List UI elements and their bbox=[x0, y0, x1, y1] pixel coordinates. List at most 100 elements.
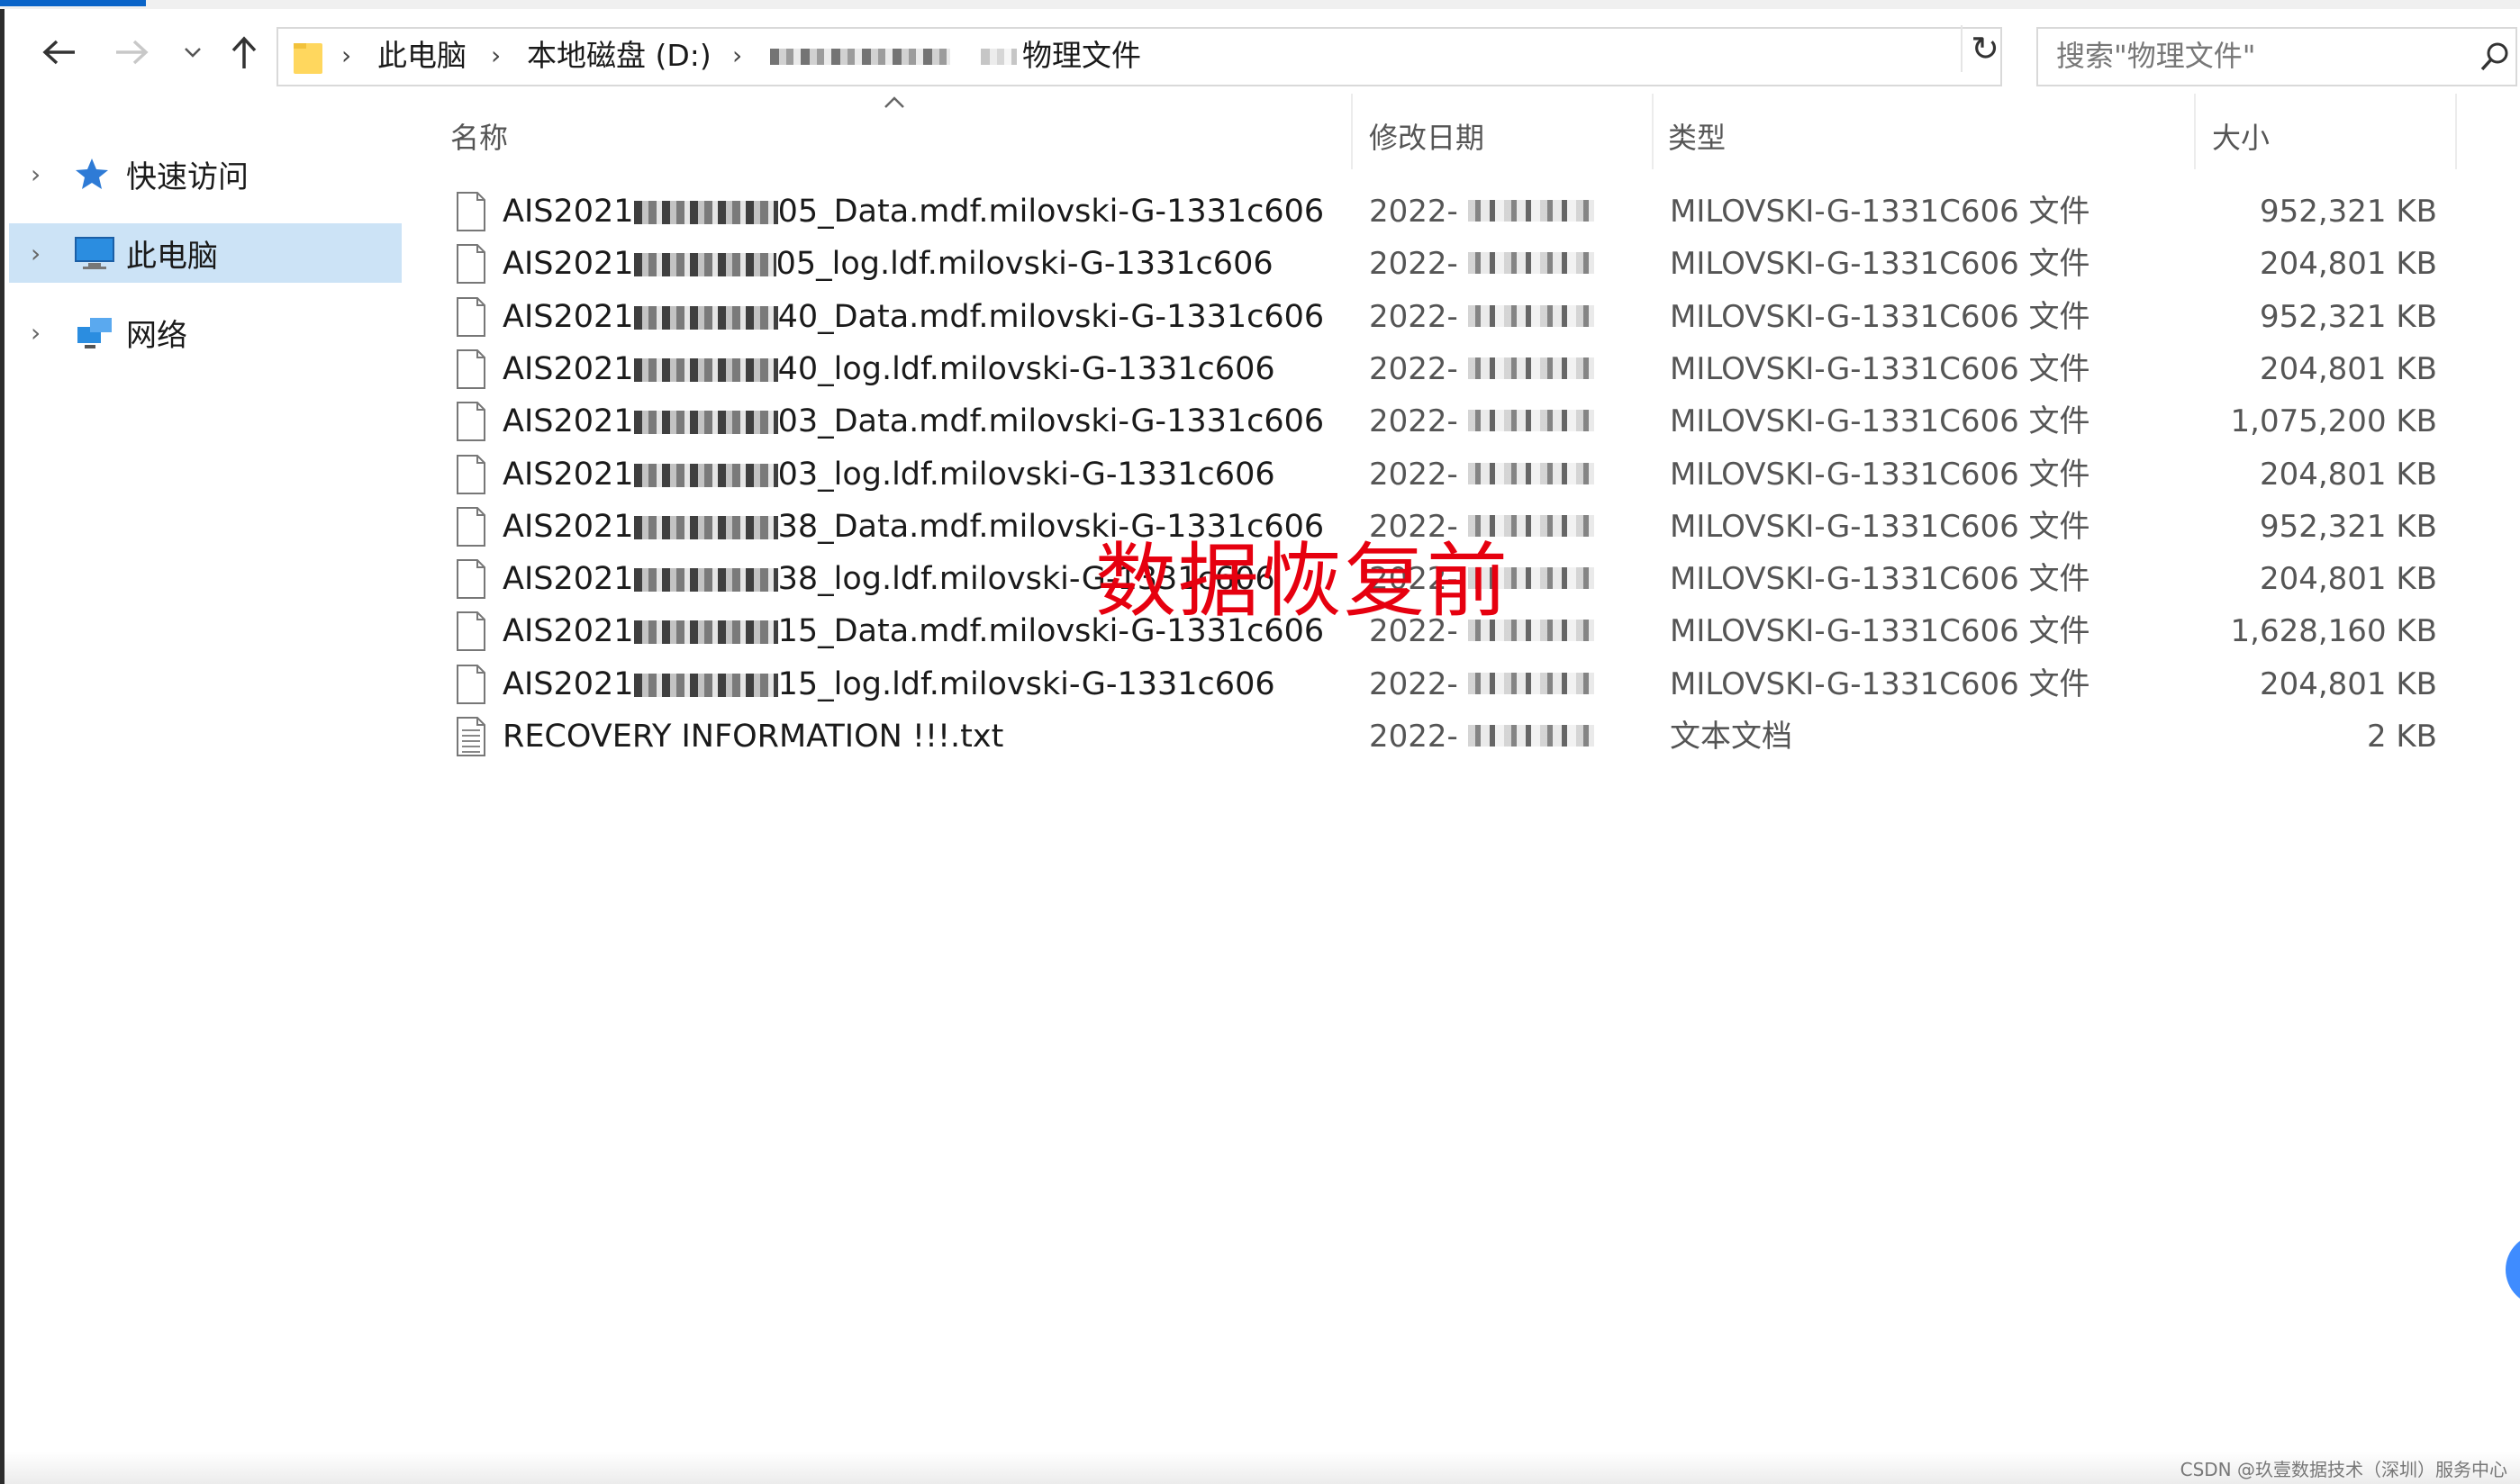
file-row[interactable]: RECOVERY INFORMATION !!!.txt 2022- 文本文档 2 K… bbox=[450, 710, 2504, 763]
nav-item-network[interactable]: › 网络 bbox=[9, 303, 402, 362]
date-redacted bbox=[1468, 200, 1594, 222]
file-row[interactable]: AIS2021 05_log.ldf.milovski-G-1331c606 202… bbox=[450, 238, 2504, 290]
file-name-redacted bbox=[633, 306, 778, 330]
date-redacted bbox=[1468, 305, 1594, 327]
file-row[interactable]: AIS2021 03_log.ldf.milovski-G-1331c606 202… bbox=[450, 448, 2504, 501]
file-type: MILOVSKI-G-1331C606 文件 bbox=[1670, 194, 2090, 230]
column-divider[interactable] bbox=[2194, 94, 2196, 169]
file-name-prefix: AIS2021 bbox=[503, 351, 634, 387]
file-name-suffix: 03_log.ldf.milovski-G-1331c606 bbox=[777, 457, 1275, 493]
breadcrumb-local-disk[interactable]: 本地磁盘 (D:) bbox=[527, 38, 712, 74]
file-row[interactable]: AIS2021 15_log.ldf.milovski-G-1331c606 202… bbox=[450, 658, 2504, 710]
file-name-prefix: AIS2021 bbox=[503, 194, 634, 230]
file-name-prefix: AIS2021 bbox=[503, 613, 634, 649]
file-name-prefix: AIS2021 bbox=[503, 509, 634, 545]
file-name-redacted bbox=[633, 358, 778, 382]
nav-item-this-pc[interactable]: › 此电脑 bbox=[9, 223, 402, 283]
file-icon bbox=[457, 611, 485, 651]
file-name-prefix: AIS2021 bbox=[503, 457, 634, 493]
file-icon bbox=[457, 349, 485, 389]
column-divider[interactable] bbox=[2455, 94, 2457, 169]
back-button[interactable] bbox=[37, 32, 80, 72]
computer-icon bbox=[74, 235, 117, 271]
status-bar bbox=[5, 1452, 2520, 1484]
file-modified-date: 2022- bbox=[1369, 194, 1458, 230]
file-name-redacted bbox=[633, 516, 778, 539]
expand-chevron-icon[interactable]: › bbox=[31, 239, 58, 268]
breadcrumb-separator[interactable]: › bbox=[491, 38, 501, 74]
chevron-down-icon bbox=[185, 48, 201, 58]
star-icon bbox=[74, 156, 117, 192]
date-redacted bbox=[1468, 673, 1594, 694]
file-modified-date: 2022- bbox=[1369, 299, 1458, 335]
column-divider[interactable] bbox=[1652, 94, 1654, 169]
column-header-date[interactable]: 修改日期 bbox=[1369, 117, 1484, 158]
file-size: 952,321 KB bbox=[2259, 299, 2437, 335]
file-name: AIS2021 05_log.ldf.milovski-G-1331c606 bbox=[503, 245, 1274, 283]
refresh-button[interactable]: ↻ bbox=[1961, 25, 2008, 72]
file-name-prefix: AIS2021 bbox=[503, 299, 634, 335]
annotation-overlay-text: 数据恢复前 bbox=[1095, 534, 1509, 629]
file-name: RECOVERY INFORMATION !!!.txt bbox=[503, 718, 1003, 756]
folder-icon bbox=[294, 43, 322, 74]
file-type: 文本文档 bbox=[1670, 719, 1792, 755]
floating-assistant-button[interactable] bbox=[2506, 1234, 2520, 1306]
breadcrumb-separator[interactable]: › bbox=[341, 38, 351, 74]
breadcrumb-this-pc[interactable]: 此电脑 bbox=[377, 38, 467, 74]
column-divider[interactable] bbox=[1351, 94, 1353, 169]
breadcrumb-current-folder[interactable]: 物理文件 bbox=[1022, 38, 1141, 74]
file-name-suffix: 05_Data.mdf.milovski-G-1331c606 bbox=[777, 194, 1325, 230]
file-type: MILOVSKI-G-1331C606 文件 bbox=[1670, 299, 2090, 335]
file-name-redacted bbox=[633, 201, 778, 224]
column-header-size[interactable]: 大小 bbox=[2212, 117, 2270, 158]
file-modified-date: 2022- bbox=[1369, 403, 1458, 439]
file-modified-date: 2022- bbox=[1369, 666, 1458, 702]
file-row[interactable]: AIS2021 40_log.ldf.milovski-G-1331c606 202… bbox=[450, 343, 2504, 395]
expand-chevron-icon[interactable]: › bbox=[31, 159, 58, 189]
file-name-suffix: 15_log.ldf.milovski-G-1331c606 bbox=[777, 666, 1275, 702]
expand-chevron-icon[interactable]: › bbox=[31, 318, 58, 348]
column-header-type[interactable]: 类型 bbox=[1668, 117, 1726, 158]
file-icon bbox=[457, 297, 485, 337]
recent-locations-button[interactable] bbox=[179, 32, 206, 72]
file-type: MILOVSKI-G-1331C606 文件 bbox=[1670, 666, 2090, 702]
date-redacted bbox=[1468, 410, 1594, 431]
file-name-redacted bbox=[633, 620, 778, 644]
file-type: MILOVSKI-G-1331C606 文件 bbox=[1670, 351, 2090, 387]
file-size: 952,321 KB bbox=[2259, 509, 2437, 545]
nav-item-label: 网络 bbox=[126, 317, 187, 354]
file-name: AIS2021 40_log.ldf.milovski-G-1331c606 bbox=[503, 350, 1275, 388]
file-row[interactable]: AIS2021 40_Data.mdf.milovski-G-1331c606 20… bbox=[450, 291, 2504, 343]
up-button[interactable] bbox=[224, 32, 264, 72]
file-tab-accent[interactable] bbox=[0, 0, 146, 6]
file-row[interactable]: AIS2021 03_Data.mdf.milovski-G-1331c606 20… bbox=[450, 395, 2504, 448]
file-name-prefix: AIS2021 bbox=[503, 666, 634, 702]
file-type: MILOVSKI-G-1331C606 文件 bbox=[1670, 246, 2090, 282]
file-type: MILOVSKI-G-1331C606 文件 bbox=[1670, 403, 2090, 439]
file-name-redacted bbox=[633, 568, 778, 592]
date-redacted bbox=[1468, 463, 1594, 484]
breadcrumb-separator[interactable]: › bbox=[732, 38, 742, 74]
address-bar[interactable]: › 此电脑 › 本地磁盘 (D:) › 物理文件 bbox=[276, 27, 2205, 86]
file-icon bbox=[457, 559, 485, 599]
file-icon bbox=[457, 507, 485, 547]
column-header-name[interactable]: 名称 bbox=[450, 117, 508, 158]
back-arrow-icon bbox=[42, 40, 75, 65]
file-modified-date: 2022- bbox=[1369, 719, 1458, 755]
file-name-prefix: AIS2021 bbox=[503, 561, 634, 597]
forward-button[interactable] bbox=[111, 32, 154, 72]
file-size: 204,801 KB bbox=[2259, 246, 2437, 282]
nav-item-label: 此电脑 bbox=[126, 238, 218, 275]
file-name: AIS2021 03_log.ldf.milovski-G-1331c606 bbox=[503, 456, 1275, 493]
nav-item-quick-access[interactable]: › 快速访问 bbox=[9, 144, 402, 204]
search-box[interactable]: 搜索"物理文件" bbox=[2036, 27, 2517, 86]
breadcrumb-redacted[interactable] bbox=[770, 49, 950, 65]
nav-item-label: 快速访问 bbox=[126, 158, 249, 195]
file-name: AIS2021 05_Data.mdf.milovski-G-1331c606 bbox=[503, 193, 1324, 231]
search-icon[interactable] bbox=[2479, 41, 2510, 72]
date-redacted bbox=[1468, 252, 1594, 274]
file-row[interactable]: AIS2021 05_Data.mdf.milovski-G-1331c606 20… bbox=[450, 186, 2504, 238]
network-icon bbox=[74, 314, 117, 350]
file-type: MILOVSKI-G-1331C606 文件 bbox=[1670, 561, 2090, 597]
file-name-prefix: AIS2021 bbox=[503, 246, 634, 282]
